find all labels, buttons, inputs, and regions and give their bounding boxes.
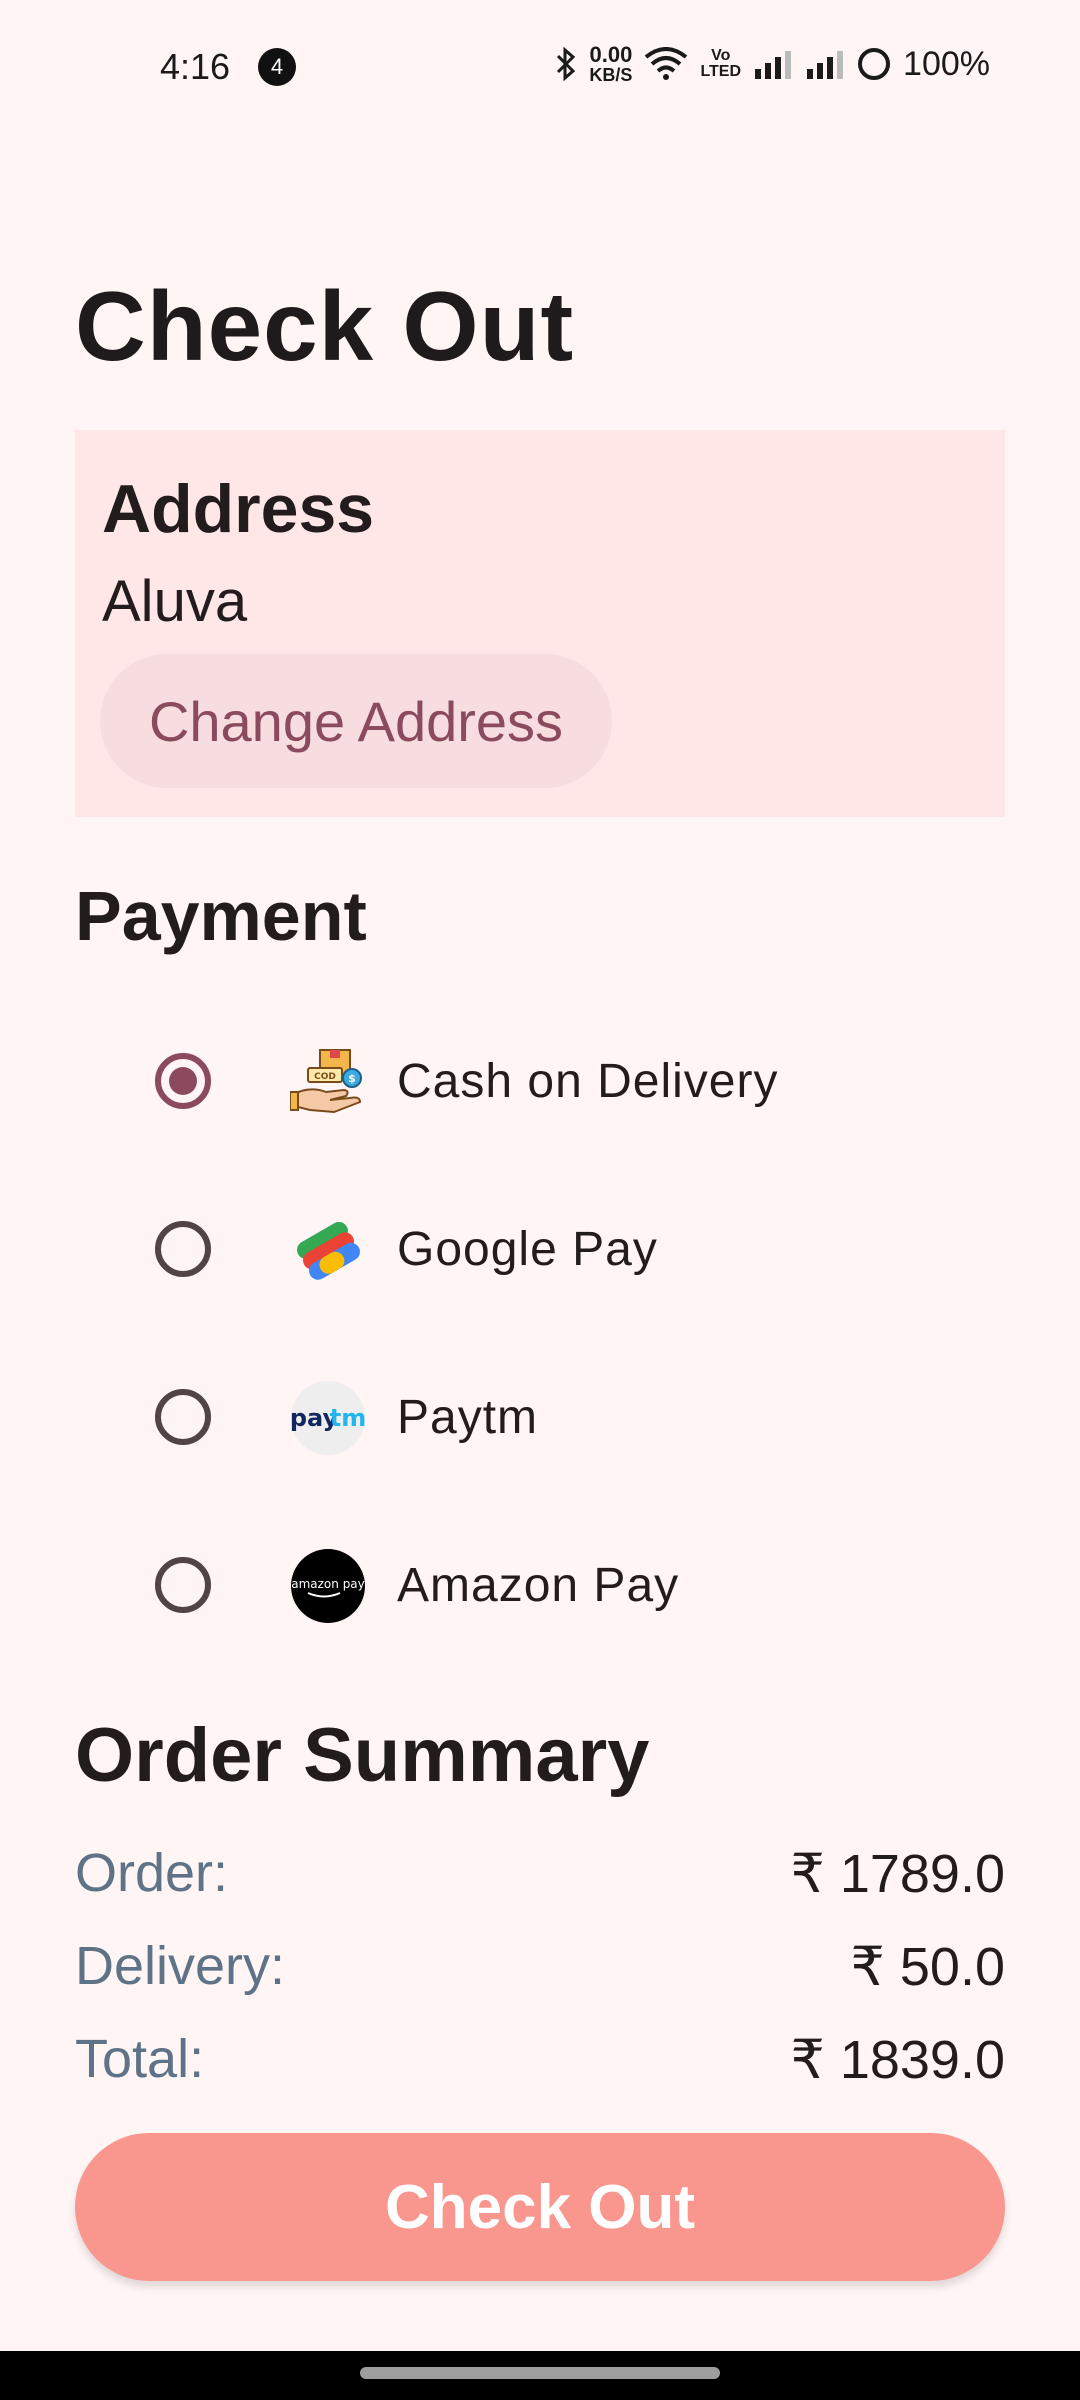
svg-text:$: $: [348, 1072, 356, 1085]
address-card: Address Aluva Change Address: [75, 430, 1005, 817]
battery-icon: [857, 47, 891, 81]
total-label: Total:: [75, 2029, 205, 2089]
summary-row-total: Total: ₹ 1839.0: [75, 2028, 1005, 2098]
signal-1-icon: [753, 49, 793, 79]
check-out-button[interactable]: Check Out: [75, 2133, 1005, 2281]
cash-on-delivery-radio[interactable]: [155, 1053, 211, 1109]
paytm-label: Paytm: [397, 1391, 539, 1444]
volte-indicator: Vo LTED: [700, 48, 741, 80]
summary-row-order: Order: ₹ 1789.0: [75, 1842, 1005, 1912]
delivery-value: ₹ 50.0: [850, 1937, 1005, 1997]
status-time: 4:16: [160, 46, 231, 87]
page-title: Check Out: [75, 271, 575, 381]
google-pay-icon: [290, 1212, 366, 1288]
payment-option-paytm[interactable]: pay tm Paytm: [75, 1334, 1005, 1502]
google-pay-label: Google Pay: [397, 1223, 658, 1276]
network-speed-value: 0.00: [589, 42, 633, 67]
svg-text:amazon pay: amazon pay: [291, 1577, 365, 1591]
order-label: Order:: [75, 1843, 229, 1903]
order-summary-heading: Order Summary: [75, 1713, 650, 1798]
payment-option-amazon-pay[interactable]: amazon pay Amazon Pay: [75, 1502, 1005, 1670]
change-address-button[interactable]: Change Address: [100, 654, 612, 788]
address-heading: Address: [102, 471, 375, 547]
wifi-icon: [644, 47, 688, 81]
network-speed-unit: KB/S: [589, 65, 633, 85]
battery-percentage: 100%: [903, 44, 990, 83]
payment-heading: Payment: [75, 877, 367, 955]
home-indicator[interactable]: [360, 2367, 720, 2379]
amazon-pay-label: Amazon Pay: [397, 1559, 680, 1612]
status-bar: 4:16 4 0.00 KB/S Vo LTED 100%: [0, 0, 1080, 130]
google-pay-radio[interactable]: [155, 1221, 211, 1277]
svg-text:tm: tm: [330, 1404, 366, 1432]
paytm-radio[interactable]: [155, 1389, 211, 1445]
address-value: Aluva: [102, 569, 248, 634]
checkout-screen: 4:16 4 0.00 KB/S Vo LTED 100% Check Out …: [0, 0, 1080, 2400]
cash-on-delivery-label: Cash on Delivery: [397, 1055, 779, 1108]
delivery-label: Delivery:: [75, 1936, 286, 1996]
status-icons: 0.00 KB/S Vo LTED 100%: [555, 44, 990, 84]
total-value: ₹ 1839.0: [790, 2030, 1005, 2090]
volte-bottom: LTED: [700, 63, 742, 80]
amazon-pay-icon: amazon pay: [290, 1548, 366, 1624]
order-value: ₹ 1789.0: [790, 1844, 1005, 1904]
cash-on-delivery-icon: COD $: [289, 1044, 366, 1120]
volte-top: Vo: [711, 47, 731, 64]
notification-count-badge: 4: [258, 48, 296, 86]
paytm-icon: pay tm: [290, 1380, 366, 1456]
svg-text:COD: COD: [314, 1072, 336, 1082]
amazon-pay-radio[interactable]: [155, 1557, 211, 1613]
bluetooth-icon: [555, 47, 577, 81]
payment-option-google-pay[interactable]: Google Pay: [75, 1166, 1005, 1334]
signal-2-icon: [805, 49, 845, 79]
summary-row-delivery: Delivery: ₹ 50.0: [75, 1935, 1005, 2005]
payment-option-cash-on-delivery[interactable]: COD $ Cash on Delivery: [75, 998, 1005, 1166]
network-speed: 0.00 KB/S: [589, 42, 633, 85]
